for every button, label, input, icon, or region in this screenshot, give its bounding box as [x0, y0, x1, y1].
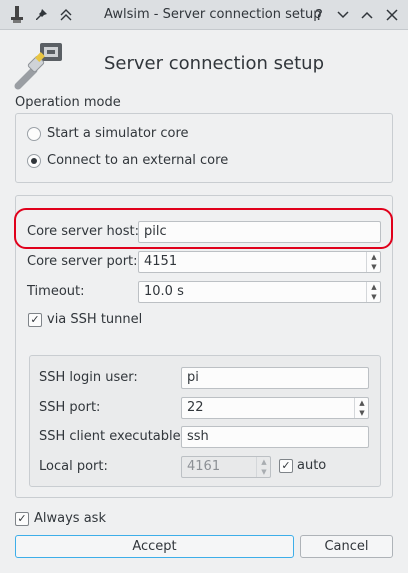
- ssh-client-label: SSH client executable:: [39, 429, 186, 444]
- radio-connect-external[interactable]: [27, 154, 41, 168]
- accept-button[interactable]: Accept: [15, 535, 294, 558]
- always-ask-checkbox[interactable]: ✓: [15, 512, 29, 526]
- local-port-spinbox: 4161 ▲ ▼: [181, 456, 271, 478]
- spin-up-icon[interactable]: ▲: [367, 252, 381, 262]
- minimize-icon[interactable]: [334, 6, 352, 24]
- page-title: Server connection setup: [104, 53, 324, 74]
- maximize-icon[interactable]: [358, 6, 376, 24]
- cancel-button[interactable]: Cancel: [300, 535, 393, 558]
- core-server-port-value: 4151: [144, 254, 178, 269]
- network-cable-icon: [14, 40, 66, 90]
- ssh-login-user-input[interactable]: pi: [181, 367, 369, 389]
- timeout-value: 10.0 s: [144, 284, 184, 299]
- spin-down-icon[interactable]: ▼: [367, 262, 381, 272]
- app-icon[interactable]: [8, 6, 26, 24]
- ssh-tunnel-checkbox[interactable]: ✓: [28, 313, 42, 327]
- radio-connect-external-label[interactable]: Connect to an external core: [47, 153, 228, 168]
- core-server-port-spinbox[interactable]: 4151 ▲ ▼: [138, 251, 381, 273]
- spin-up-icon[interactable]: ▲: [355, 398, 369, 408]
- always-ask-label[interactable]: Always ask: [34, 511, 106, 526]
- timeout-label: Timeout:: [27, 284, 85, 299]
- radio-start-simulator-label[interactable]: Start a simulator core: [47, 126, 189, 141]
- pin-icon[interactable]: [33, 6, 51, 24]
- spin-down-icon: ▼: [261, 468, 267, 476]
- spin-up-icon: ▲: [261, 458, 267, 466]
- ssh-tunnel-label[interactable]: via SSH tunnel: [47, 312, 142, 327]
- ssh-port-value: 22: [187, 400, 204, 415]
- spin-down-icon[interactable]: ▼: [355, 408, 369, 418]
- core-server-port-label: Core server port:: [27, 254, 138, 269]
- auto-label[interactable]: auto: [297, 458, 326, 473]
- ssh-port-label: SSH port:: [39, 400, 101, 415]
- local-port-value: 4161: [187, 459, 221, 474]
- radio-start-simulator[interactable]: [27, 127, 41, 141]
- spin-up-icon[interactable]: ▲: [367, 282, 381, 292]
- auto-checkbox[interactable]: ✓: [279, 459, 293, 473]
- operation-mode-group: [15, 113, 393, 183]
- ssh-client-input[interactable]: ssh: [181, 426, 369, 448]
- ssh-port-spinbox[interactable]: 22 ▲ ▼: [181, 397, 369, 419]
- ssh-login-user-label: SSH login user:: [39, 370, 138, 385]
- local-port-label: Local port:: [39, 459, 108, 474]
- spin-down-icon[interactable]: ▼: [367, 292, 381, 302]
- operation-mode-label: Operation mode: [15, 95, 121, 110]
- help-icon[interactable]: ?: [310, 6, 328, 24]
- host-highlight: [14, 208, 393, 249]
- timeout-spinbox[interactable]: 10.0 s ▲ ▼: [138, 281, 381, 303]
- close-icon[interactable]: [383, 6, 401, 24]
- keep-above-icon[interactable]: [57, 6, 75, 24]
- window-title: Awlsim - Server connection setup: [104, 7, 322, 22]
